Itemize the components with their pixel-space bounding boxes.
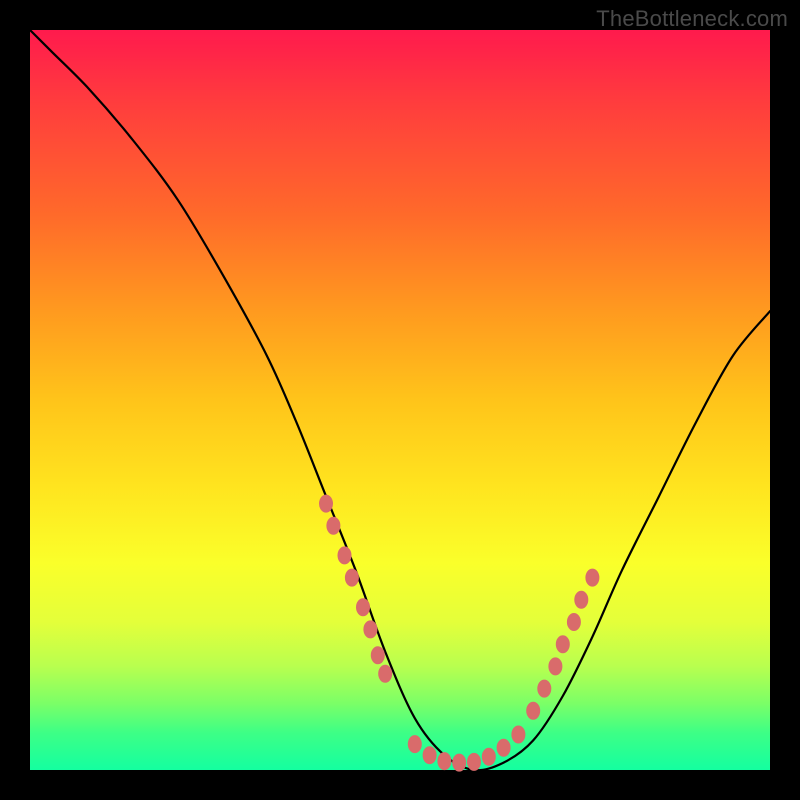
bottleneck-curve-svg <box>30 30 770 770</box>
highlight-dot <box>423 746 437 764</box>
highlight-dot <box>371 646 385 664</box>
highlight-dot <box>482 748 496 766</box>
highlight-dot <box>326 517 340 535</box>
plot-area <box>30 30 770 770</box>
highlight-dot <box>345 569 359 587</box>
highlight-dot <box>537 680 551 698</box>
highlight-dot <box>511 726 525 744</box>
chart-frame: TheBottleneck.com <box>0 0 800 800</box>
highlight-dot <box>467 753 481 771</box>
highlight-dot <box>319 495 333 513</box>
highlight-dot <box>338 546 352 564</box>
highlight-dot <box>408 735 422 753</box>
highlight-dots <box>319 495 599 772</box>
highlight-dot <box>356 598 370 616</box>
highlight-dot <box>497 739 511 757</box>
highlight-dot <box>526 702 540 720</box>
watermark-text: TheBottleneck.com <box>596 6 788 32</box>
highlight-dot <box>585 569 599 587</box>
highlight-dot <box>452 754 466 772</box>
highlight-dot <box>556 635 570 653</box>
bottleneck-curve <box>30 30 770 770</box>
highlight-dot <box>574 591 588 609</box>
highlight-dot <box>567 613 581 631</box>
highlight-dot <box>363 620 377 638</box>
highlight-dot <box>437 752 451 770</box>
highlight-dot <box>378 665 392 683</box>
highlight-dot <box>548 657 562 675</box>
